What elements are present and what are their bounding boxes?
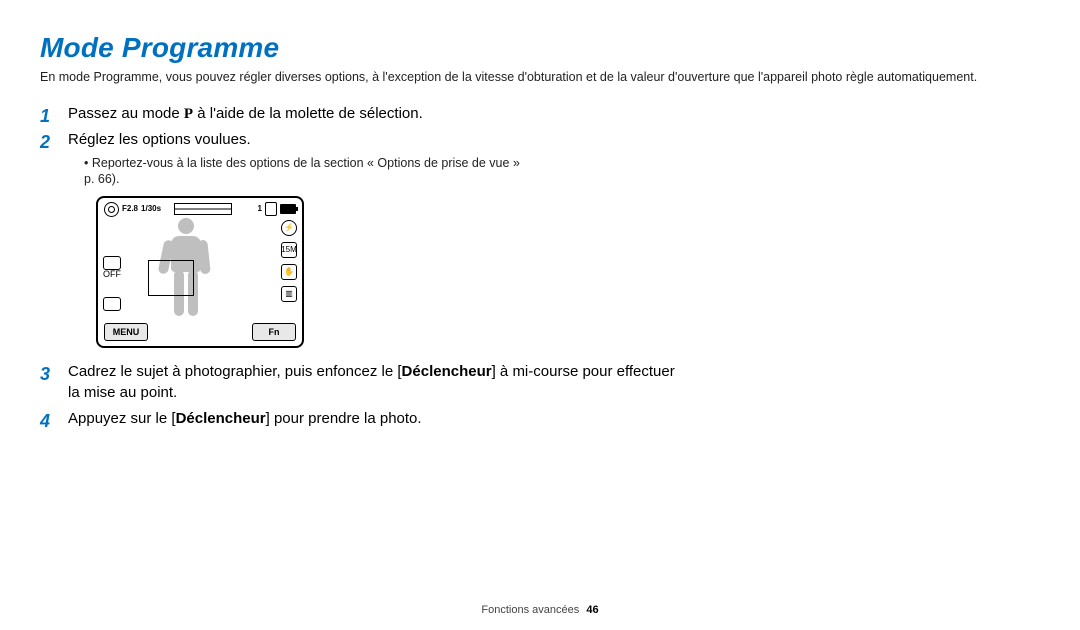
aperture-value: F2.8 xyxy=(122,204,138,215)
sound-off-icon: OFF xyxy=(103,256,121,279)
step-number: 2 xyxy=(40,130,50,154)
lcd-illustration-wrap: F2.8 1/30s 1 ⚡ 15M ✋ ▥ xyxy=(96,196,680,348)
step-4: 4 Appuyez sur le [Déclencheur] pour pren… xyxy=(40,409,680,429)
quality-icon: ▥ xyxy=(281,286,297,302)
manual-page: Mode Programme En mode Programme, vous p… xyxy=(0,0,1080,630)
lcd-left-icons: OFF xyxy=(103,256,121,311)
step-number: 1 xyxy=(40,104,50,128)
sub-step-text-a: Reportez-vous à la liste des options de … xyxy=(92,156,520,170)
step-text-post: ] pour prendre la photo. xyxy=(266,410,422,427)
step-text-bold: Déclencheur xyxy=(402,363,492,380)
mode-letter-p: P xyxy=(184,106,193,122)
sub-step-text-b: p. 66). xyxy=(84,172,119,186)
shutter-value: 1/30s xyxy=(141,204,161,215)
step-number: 4 xyxy=(40,409,50,433)
lcd-screen: F2.8 1/30s 1 ⚡ 15M ✋ ▥ xyxy=(96,196,304,348)
steps-list: 1 Passez au mode P à l'aide de la molett… xyxy=(40,104,680,429)
intro-paragraph: En mode Programme, vous pouvez régler di… xyxy=(40,70,1040,84)
battery-icon xyxy=(280,204,296,214)
step-text-pre: Appuyez sur le [ xyxy=(68,410,176,427)
step-1: 1 Passez au mode P à l'aide de la molett… xyxy=(40,104,680,124)
step-3: 3 Cadrez le sujet à photographier, puis … xyxy=(40,362,680,403)
step-text-pre: Cadrez le sujet à photographier, puis en… xyxy=(68,363,402,380)
off-label: OFF xyxy=(103,269,121,279)
menu-button-label: MENU xyxy=(104,323,148,341)
exposure-bar-icon xyxy=(174,203,232,215)
step-text: Réglez les options voulues. xyxy=(68,131,251,148)
mode-icon xyxy=(104,202,119,217)
step-number: 3 xyxy=(40,362,50,386)
image-size-icon: 15M xyxy=(281,242,297,258)
fn-button-label: Fn xyxy=(252,323,296,341)
focus-frame-icon xyxy=(148,260,194,296)
flash-icon: ⚡ xyxy=(281,220,297,236)
shot-count: 1 xyxy=(258,204,262,215)
page-footer: Fonctions avancées 46 xyxy=(0,604,1080,616)
lcd-top-bar: F2.8 1/30s 1 xyxy=(104,202,296,216)
sub-step: Reportez-vous à la liste des options de … xyxy=(84,155,680,189)
display-mode-icon xyxy=(103,297,121,311)
lcd-right-icons: ⚡ 15M ✋ ▥ xyxy=(281,220,297,302)
stabilization-icon: ✋ xyxy=(281,264,297,280)
step-2: 2 Réglez les options voulues. Reportez-v… xyxy=(40,130,680,348)
memory-card-icon xyxy=(265,202,277,216)
sub-step-list: Reportez-vous à la liste des options de … xyxy=(68,155,680,189)
lcd-bottom-bar: MENU Fn xyxy=(104,323,296,341)
step-text-pre: Passez au mode xyxy=(68,105,184,122)
step-text-post: à l'aide de la molette de sélection. xyxy=(193,105,423,122)
page-title: Mode Programme xyxy=(40,32,1040,64)
step-text-bold: Déclencheur xyxy=(176,410,266,427)
page-number: 46 xyxy=(586,604,598,616)
footer-section: Fonctions avancées xyxy=(481,604,579,616)
